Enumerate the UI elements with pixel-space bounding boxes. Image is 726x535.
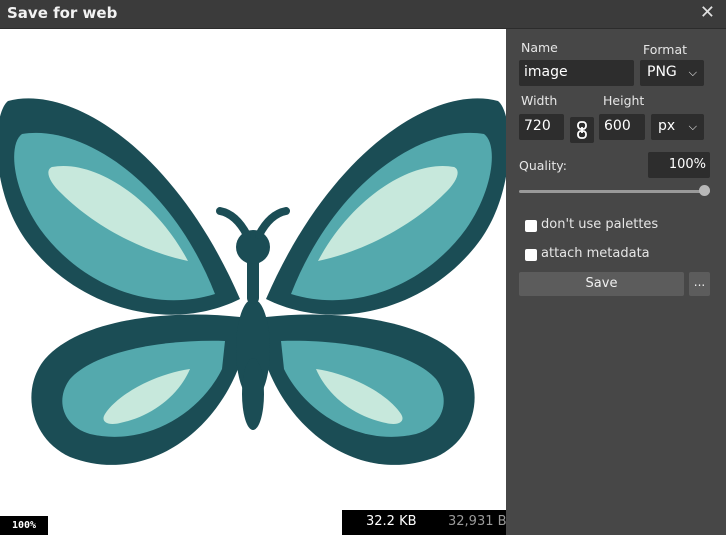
chevron-down-icon: ⌵ xyxy=(688,120,697,133)
chevron-down-icon: ⌵ xyxy=(688,66,697,79)
format-label: Format xyxy=(643,42,688,57)
title-bar: Save for web ✕ xyxy=(0,0,726,29)
quality-input[interactable]: 100% xyxy=(648,152,710,178)
preview-canvas xyxy=(0,29,506,535)
file-size-kb: 32.2 KB xyxy=(366,514,417,529)
butterfly-image xyxy=(0,98,506,465)
file-size-bytes: 32,931 B xyxy=(448,514,507,529)
right-antenna xyxy=(255,207,290,239)
format-select[interactable]: PNG ⌵ xyxy=(640,60,704,86)
link-aspect-ratio-button[interactable] xyxy=(570,117,594,143)
attach-metadata-label: attach metadata xyxy=(541,246,650,261)
save-button[interactable]: Save xyxy=(519,272,684,296)
left-antenna xyxy=(216,207,251,239)
width-input[interactable]: 720 xyxy=(519,114,564,140)
height-input[interactable]: 600 xyxy=(599,114,645,140)
dialog-title: Save for web xyxy=(7,4,118,22)
height-label: Height xyxy=(603,93,645,108)
format-value: PNG xyxy=(647,64,677,80)
zoom-level-label: 100% xyxy=(0,516,48,535)
close-icon[interactable]: ✕ xyxy=(700,3,715,23)
dont-use-palettes-label: don't use palettes xyxy=(541,217,659,232)
width-label: Width xyxy=(521,93,558,108)
quality-slider-handle[interactable] xyxy=(699,185,710,196)
unit-value: px xyxy=(658,118,676,134)
name-label: Name xyxy=(521,40,558,55)
butterfly-tail xyxy=(242,358,264,430)
unit-select[interactable]: px ⌵ xyxy=(651,114,704,140)
chain-link-icon xyxy=(577,121,587,139)
dont-use-palettes-checkbox[interactable] xyxy=(525,220,537,232)
more-options-button[interactable]: ... xyxy=(689,272,710,296)
quality-label: Quality: xyxy=(519,158,567,173)
attach-metadata-checkbox[interactable] xyxy=(525,249,537,261)
name-input[interactable]: image xyxy=(519,60,634,86)
butterfly-head xyxy=(236,230,270,264)
quality-slider[interactable] xyxy=(519,190,710,193)
